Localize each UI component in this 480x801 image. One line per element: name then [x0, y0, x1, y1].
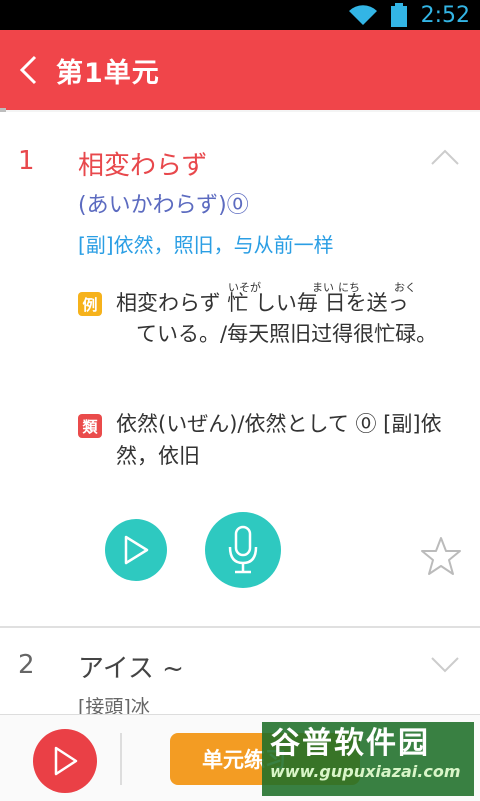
synonym-text: 依然(いぜん)/依然として ⓪ [副]依然，依旧 [116, 412, 442, 468]
entry-word: 相変わらず [78, 151, 208, 181]
entry-reading: (あいかわらず)⓪ [78, 193, 249, 218]
example-sentence-rest: ている。/每天照旧过得很忙碌。 [136, 322, 438, 346]
watermark: 谷普软件园 www.gupuxiazai.com [262, 722, 474, 796]
separator [120, 733, 122, 785]
example-badge: 例 [78, 292, 102, 316]
chevron-left-icon [19, 55, 37, 85]
app-bar: 第1单元 [0, 30, 480, 110]
page-title: 第1单元 [56, 57, 160, 89]
play-audio-button[interactable] [105, 519, 167, 581]
battery-icon [390, 3, 407, 27]
chevron-down-icon[interactable] [430, 656, 460, 674]
synonym-badge: 類 [78, 414, 102, 438]
vocab-card-expanded[interactable]: 1 相変わらず (あいかわらず)⓪ [副]依然，照旧，与从前一样 例 いそが ま… [0, 112, 480, 626]
entry-meaning: [副]依然，照旧，与从前一样 [78, 233, 334, 257]
chevron-up-icon[interactable] [430, 148, 460, 166]
wifi-icon [348, 5, 377, 26]
play-icon [54, 746, 78, 776]
play-all-button[interactable] [33, 729, 97, 793]
play-icon [124, 535, 149, 565]
entry-number: 2 [18, 650, 35, 680]
entry-number: 1 [18, 146, 35, 176]
watermark-title: 谷普软件园 [270, 726, 430, 761]
record-button[interactable] [205, 512, 281, 588]
watermark-url: www.gupuxiazai.com [270, 762, 461, 781]
microphone-icon [228, 525, 258, 574]
status-time: 2:52 [420, 2, 470, 28]
entry-word: アイス ~ [78, 654, 184, 684]
star-icon[interactable] [420, 536, 462, 576]
vocab-card-collapsed[interactable]: 2 アイス ~ [接頭]冰 [0, 628, 480, 718]
back-button[interactable] [0, 30, 56, 110]
status-bar: 2:52 [0, 0, 480, 30]
example-sentence-line1: 相変わらず 忙 しい毎 日を送っ [116, 291, 409, 315]
